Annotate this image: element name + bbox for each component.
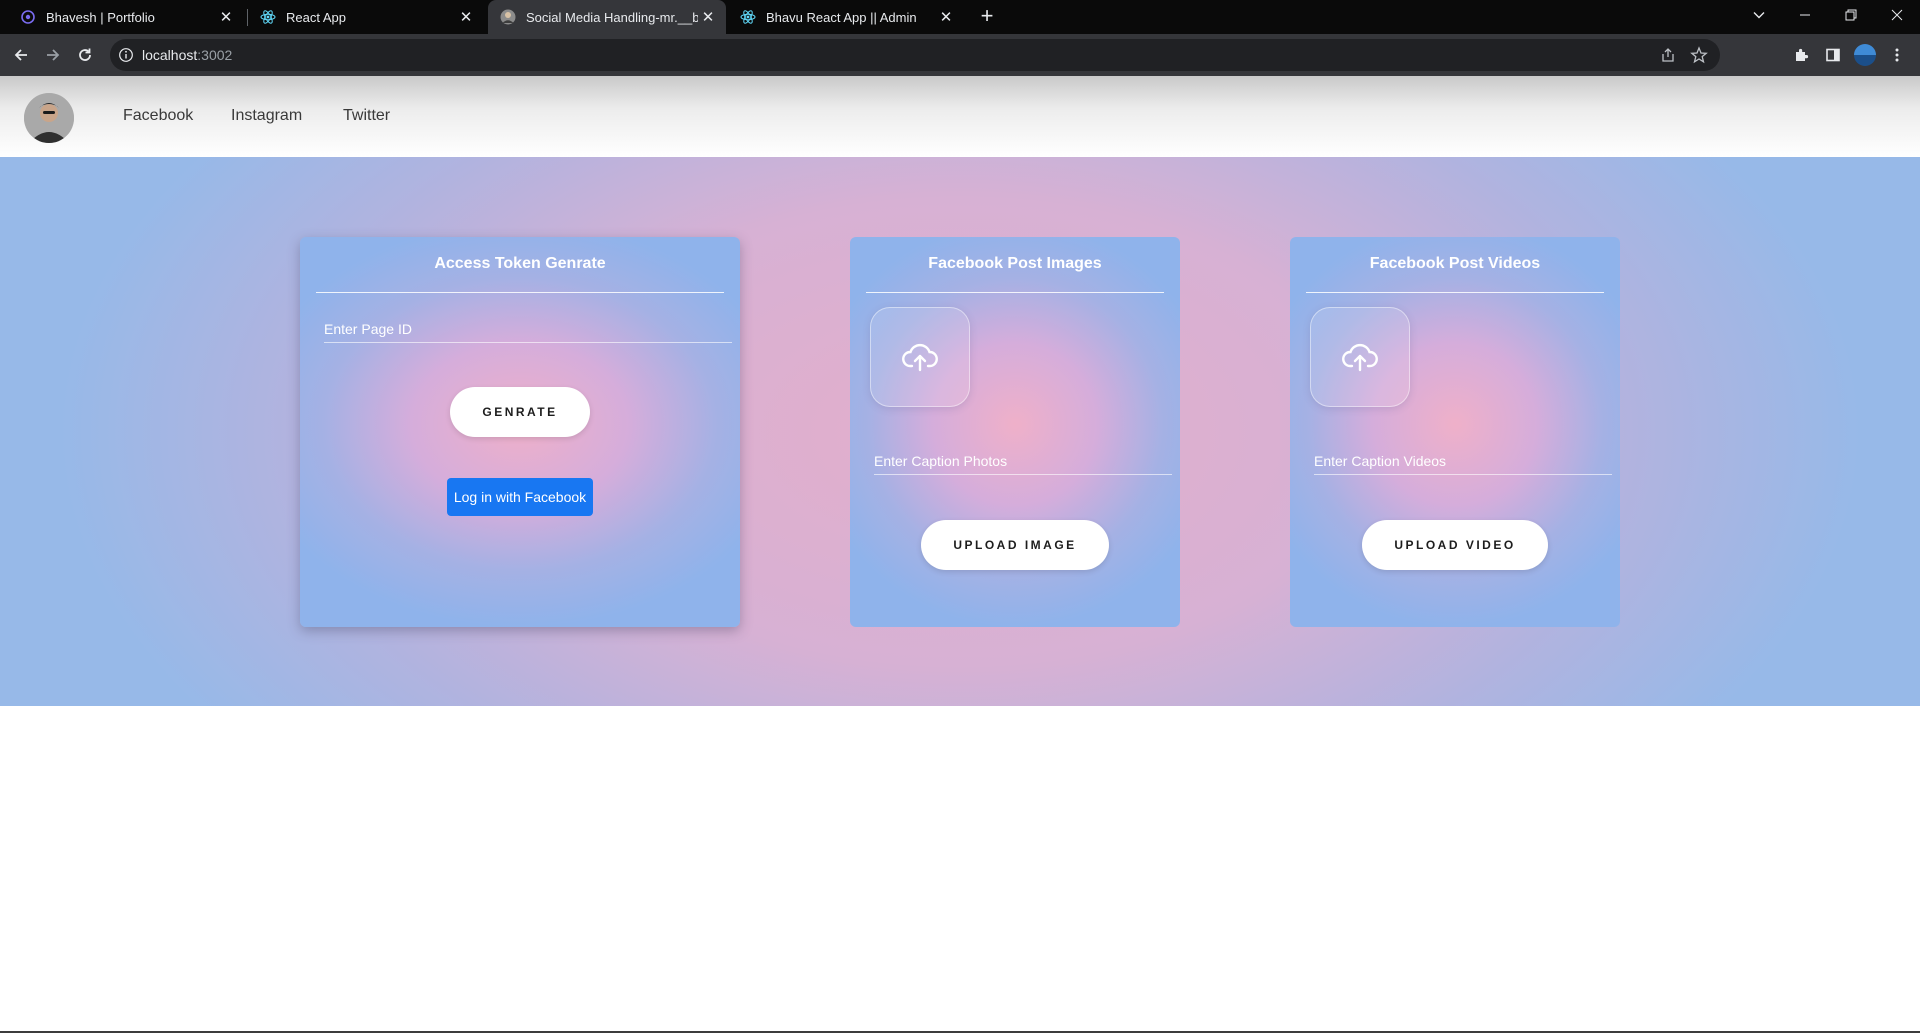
close-icon[interactable]: ✕ [216,7,236,27]
bookmark-star-icon[interactable] [1690,46,1708,64]
tab-title: Social Media Handling-mr.__bha [526,9,698,25]
tab-title: Bhavesh | Portfolio [46,9,155,25]
card-title: Facebook Post Images [928,255,1102,272]
access-token-card: Access Token Genrate Enter Page ID GENRA… [300,237,740,627]
cloud-upload-icon [902,343,938,372]
tab-title: React App [286,9,346,25]
page-id-input[interactable]: Enter Page ID [324,321,732,343]
profile-favicon-icon [500,9,516,25]
reload-icon[interactable] [72,42,98,68]
side-panel-icon[interactable] [1820,42,1846,68]
address-bar[interactable]: localhost:3002 [110,39,1720,71]
video-upload-dropzone[interactable] [1310,307,1410,407]
minimize-icon[interactable] [1782,0,1828,30]
nav-link-instagram[interactable]: Instagram [231,107,302,125]
close-window-icon[interactable] [1874,0,1920,30]
caption-videos-input[interactable]: Enter Caption Videos [1314,453,1612,475]
nav-link-facebook[interactable]: Facebook [123,107,193,125]
image-upload-dropzone[interactable] [870,307,970,407]
generate-button[interactable]: GENRATE [450,387,590,437]
url-port: :3002 [197,47,233,63]
tab-social-media-handling[interactable]: Social Media Handling-mr.__bha ✕ [488,0,726,34]
tab-search-chevron-icon[interactable] [1736,0,1782,30]
divider [316,292,724,293]
tab-title: Bhavu React App || Admin [766,9,917,25]
divider [866,292,1164,293]
url-text: localhost:3002 [142,47,232,63]
tab-portfolio[interactable]: Bhavesh | Portfolio ✕ [8,0,244,34]
browser-toolbar: localhost:3002 [0,34,1920,76]
portfolio-favicon-icon [20,9,36,25]
profile-picture [1854,44,1876,66]
post-videos-card: Facebook Post Videos Enter Caption Video… [1290,237,1620,627]
react-favicon-icon [260,9,276,25]
caption-photos-placeholder: Enter Caption Photos [874,453,1008,469]
extensions-puzzle-icon[interactable] [1788,42,1814,68]
close-icon[interactable]: ✕ [936,7,956,27]
cloud-upload-icon [1342,343,1378,372]
profile-avatar[interactable] [1852,42,1878,68]
restore-icon[interactable] [1828,0,1874,30]
nav-link-twitter[interactable]: Twitter [343,107,390,125]
upload-image-button[interactable]: UPLOAD IMAGE [921,520,1109,570]
upload-video-button[interactable]: UPLOAD VIDEO [1362,520,1548,570]
tab-admin[interactable]: Bhavu React App || Admin ✕ [728,0,964,34]
facebook-login-button[interactable]: Log in with Facebook [447,478,593,516]
close-icon[interactable]: ✕ [456,7,476,27]
user-avatar[interactable] [24,93,74,143]
post-images-card: Facebook Post Images Enter Caption Photo… [850,237,1180,627]
divider [1306,292,1604,293]
forward-arrow-icon[interactable] [40,42,66,68]
caption-videos-placeholder: Enter Caption Videos [1314,453,1447,469]
card-title: Access Token Genrate [434,255,606,272]
url-host: localhost [142,47,198,63]
caption-photos-input[interactable]: Enter Caption Photos [874,453,1172,475]
close-icon[interactable]: ✕ [698,7,718,27]
back-arrow-icon[interactable] [8,42,34,68]
site-info-icon[interactable] [118,47,134,63]
tab-react-app[interactable]: React App ✕ [248,0,484,34]
card-title: Facebook Post Videos [1369,255,1541,272]
site-header: Facebook Instagram Twitter [0,76,1920,157]
new-tab-button[interactable]: + [976,5,998,28]
share-icon[interactable] [1660,47,1676,63]
react-favicon-icon [740,9,756,25]
browser-tab-strip: Bhavesh | Portfolio ✕ React App ✕ Social… [0,0,1920,34]
main-section: Access Token Genrate Enter Page ID GENRA… [0,157,1920,706]
menu-kebab-icon[interactable] [1884,42,1910,68]
page-id-placeholder: Enter Page ID [324,321,412,337]
